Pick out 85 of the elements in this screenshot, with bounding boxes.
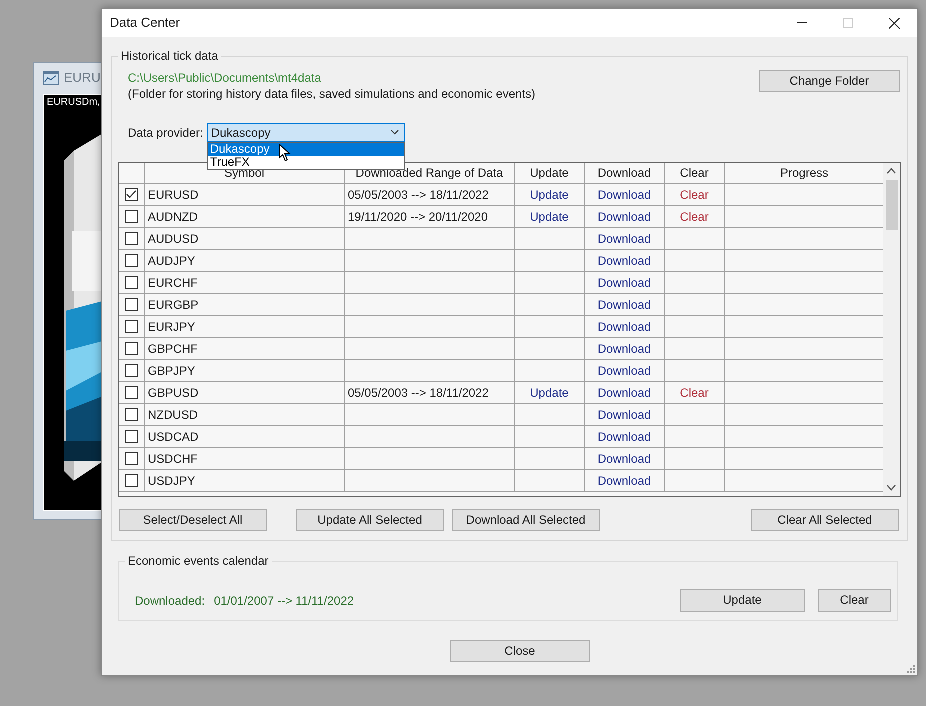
- checkbox[interactable]: [125, 430, 138, 443]
- downloaded-range: 01/01/2007 --> 11/11/2022: [214, 593, 354, 610]
- select-all-button[interactable]: Select/Deselect All: [119, 509, 267, 531]
- checkbox[interactable]: [125, 408, 138, 421]
- checkbox[interactable]: [125, 320, 138, 333]
- download-link[interactable]: Download: [598, 340, 652, 358]
- group-label: Historical tick data: [118, 49, 222, 63]
- clear-button[interactable]: Clear: [818, 588, 891, 612]
- update-link[interactable]: Update: [530, 384, 569, 402]
- clear-link[interactable]: Clear: [680, 384, 709, 402]
- symbol-cell-text: AUDNZD: [148, 208, 198, 226]
- folder-note: (Folder for storing history data files, saved simulations and economic events): [128, 86, 536, 102]
- chart-label: EURUSDm,: [47, 97, 100, 109]
- symbol-cell-text: GBPCHF: [148, 340, 198, 358]
- maximize-icon: [843, 18, 853, 28]
- checkbox[interactable]: [125, 298, 138, 311]
- chevron-icon: [391, 130, 400, 135]
- download-link[interactable]: Download: [598, 406, 652, 424]
- checkbox[interactable]: [125, 232, 138, 245]
- folder-path: C:\Users\Public\Documents\mt4data: [128, 70, 322, 86]
- column-header: Clear: [680, 165, 709, 182]
- symbol-cell-text: GBPUSD: [148, 384, 199, 402]
- dropdown-option[interactable]: Dukascopy: [208, 143, 404, 156]
- column-header: Progress: [780, 165, 829, 182]
- checkbox[interactable]: [125, 254, 138, 267]
- download-link[interactable]: Download: [598, 230, 652, 248]
- checkbox[interactable]: [125, 188, 138, 201]
- download-link[interactable]: Download: [598, 296, 652, 314]
- checkbox[interactable]: [125, 210, 138, 223]
- download-all-button[interactable]: Download All Selected: [452, 509, 600, 531]
- close-icon: [888, 18, 900, 28]
- update-link[interactable]: Update: [530, 208, 569, 226]
- download-link[interactable]: Download: [598, 362, 652, 380]
- symbol-cell-text: GBPJPY: [148, 362, 196, 380]
- checkbox[interactable]: [125, 452, 138, 465]
- symbol-cell-text: USDCAD: [148, 428, 199, 446]
- checkbox[interactable]: [125, 386, 138, 399]
- range-cell-text: 19/11/2020 --> 20/11/2020: [348, 208, 488, 226]
- change-folder-button[interactable]: Change Folder: [759, 70, 900, 92]
- window-title: Data Center: [110, 14, 180, 32]
- symbol-cell-text: EURGBP: [148, 296, 199, 314]
- column-header: Update: [530, 165, 569, 182]
- download-link[interactable]: Download: [598, 384, 652, 402]
- symbol-cell-text: USDJPY: [148, 472, 196, 490]
- range-cell-text: 05/05/2003 --> 18/11/2022: [348, 186, 489, 204]
- symbol-cell-text: EURJPY: [148, 318, 196, 336]
- symbol-cell-text: AUDUSD: [148, 230, 199, 248]
- resize-grip-icon[interactable]: [906, 664, 915, 673]
- update-all-button[interactable]: Update All Selected: [296, 509, 444, 531]
- download-link[interactable]: Download: [598, 186, 652, 204]
- download-link[interactable]: Download: [598, 208, 652, 226]
- group-label: Economic events calendar: [125, 554, 272, 568]
- downloaded-label: Downloaded:: [135, 593, 206, 610]
- symbol-cell-text: AUDJPY: [148, 252, 196, 270]
- column-header: Download: [598, 165, 652, 182]
- scroll-down-icon[interactable]: [887, 485, 896, 491]
- symbol-cell-text: EURUSD: [148, 186, 199, 204]
- scroll-thumb[interactable]: [886, 180, 898, 230]
- download-link[interactable]: Download: [598, 274, 652, 292]
- window-title: EURU: [64, 69, 101, 88]
- checkbox[interactable]: [125, 474, 138, 487]
- checkbox[interactable]: [125, 364, 138, 377]
- download-link[interactable]: Download: [598, 318, 652, 336]
- chart-window-icon: [43, 71, 59, 85]
- download-link[interactable]: Download: [598, 428, 652, 446]
- download-link[interactable]: Download: [598, 472, 652, 490]
- symbol-cell-text: EURCHF: [148, 274, 198, 292]
- download-link[interactable]: Download: [598, 252, 652, 270]
- clear-link[interactable]: Clear: [680, 208, 709, 226]
- update-link[interactable]: Update: [530, 186, 569, 204]
- clear-all-button[interactable]: Clear All Selected: [751, 509, 899, 531]
- scrollbar[interactable]: [883, 163, 900, 496]
- download-link[interactable]: Download: [598, 450, 652, 468]
- checkbox[interactable]: [125, 276, 138, 289]
- checkbox[interactable]: [125, 342, 138, 355]
- dropdown-value: Dukascopy: [211, 124, 271, 142]
- provider-label: Data provider:: [128, 124, 204, 142]
- symbol-cell-text: NZDUSD: [148, 406, 198, 424]
- scroll-up-icon[interactable]: [887, 168, 896, 174]
- close-dialog-button[interactable]: Close: [450, 640, 590, 662]
- clear-link[interactable]: Clear: [680, 186, 709, 204]
- update-button[interactable]: Update: [680, 588, 805, 612]
- symbol-cell-text: USDCHF: [148, 450, 198, 468]
- range-cell-text: 05/05/2003 --> 18/11/2022: [348, 384, 489, 402]
- provider-dropdown[interactable]: Dukascopy: [207, 123, 406, 142]
